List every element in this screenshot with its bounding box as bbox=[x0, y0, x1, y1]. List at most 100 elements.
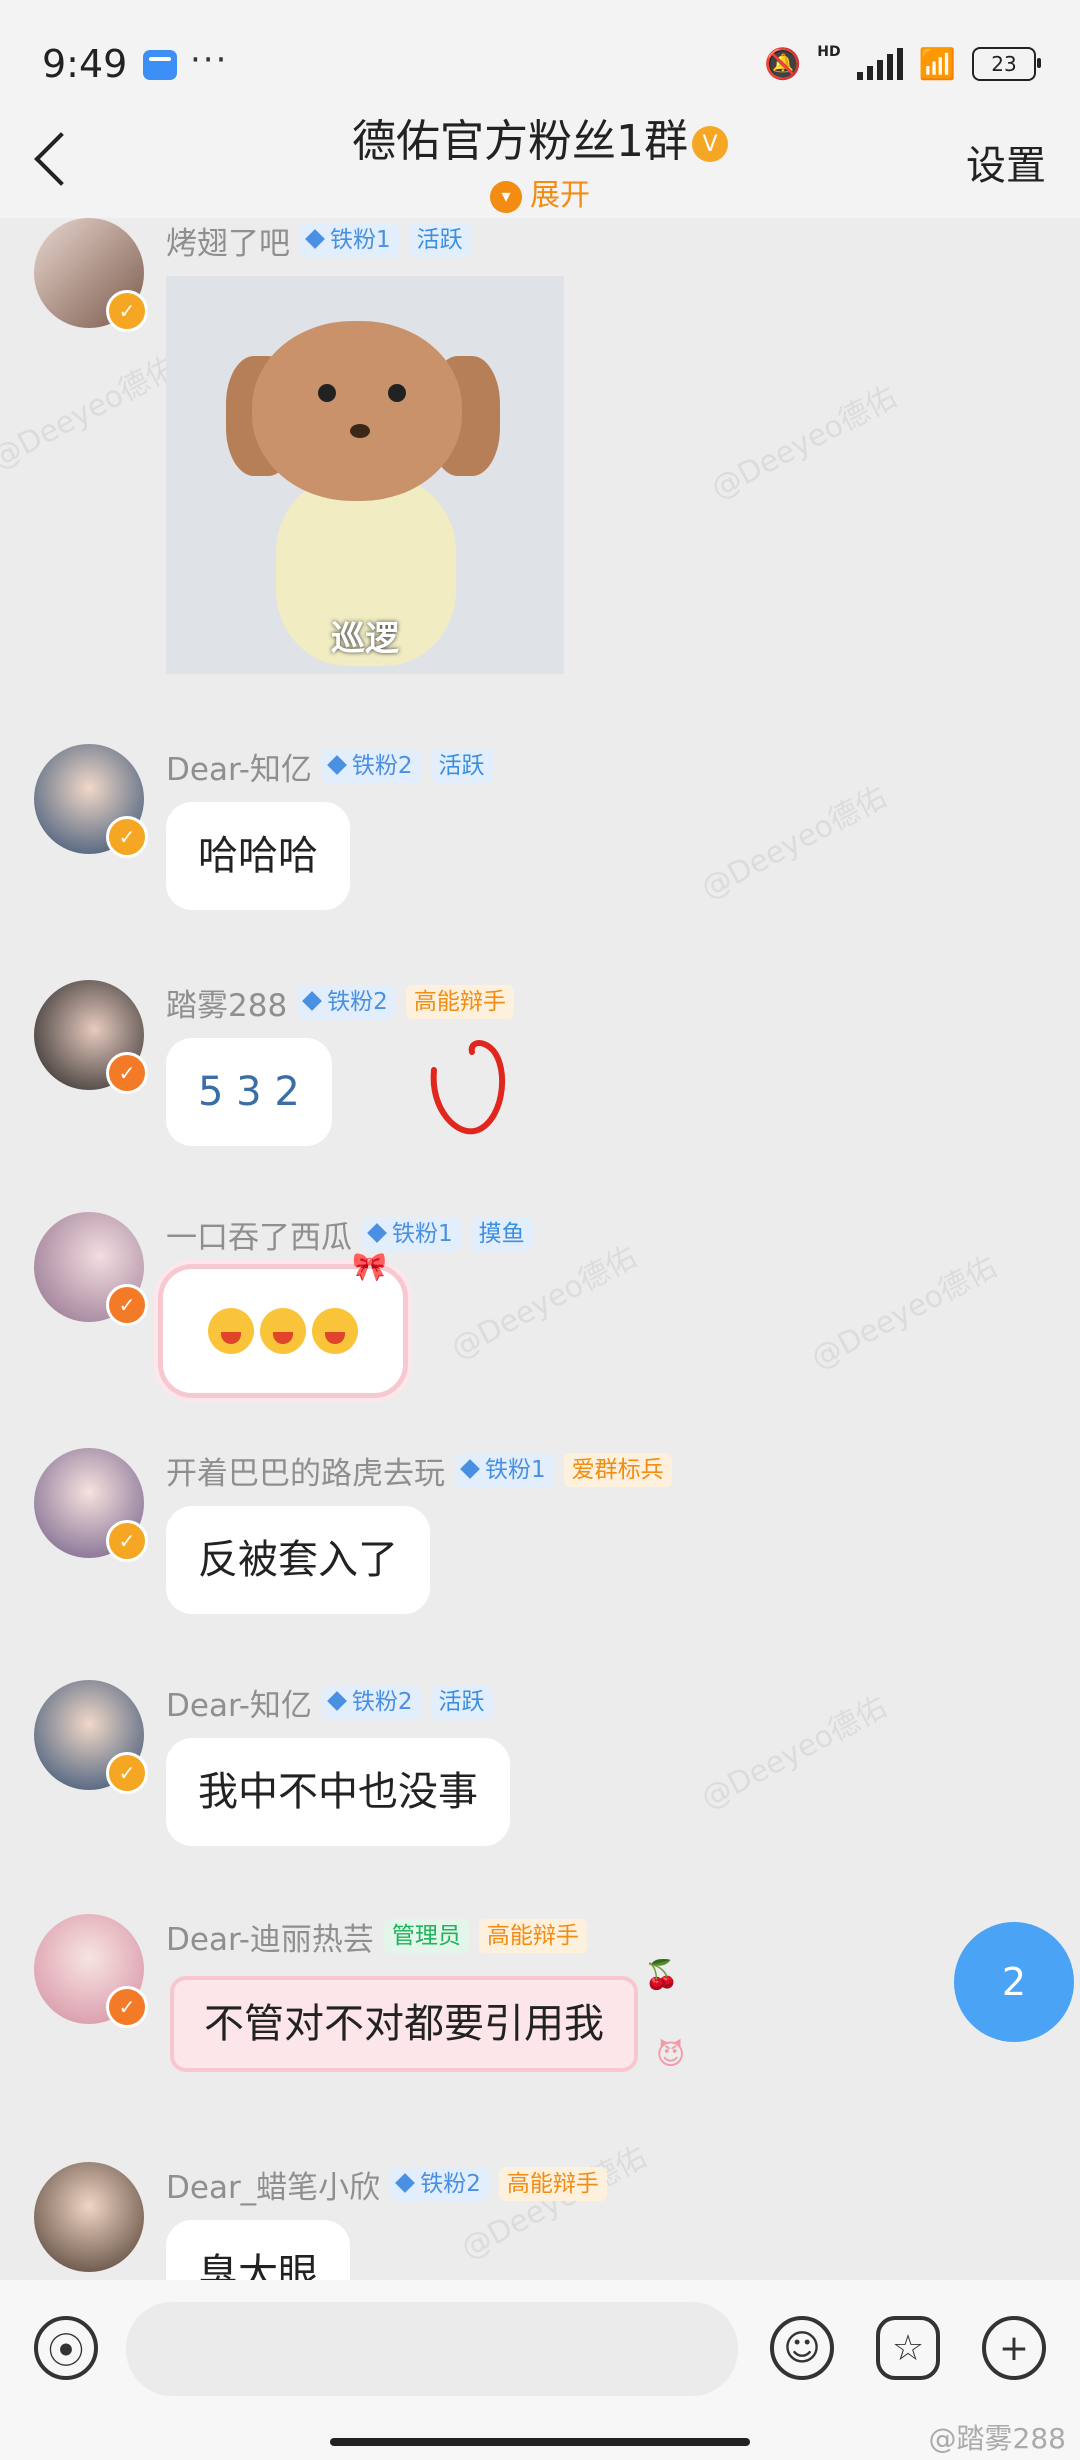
role-badge: 爱群标兵 bbox=[563, 1453, 672, 1487]
puppy-eye bbox=[318, 384, 336, 402]
avatar[interactable]: ✓ bbox=[34, 218, 148, 332]
fan-level-badge: 铁粉2 bbox=[297, 985, 396, 1019]
network-label: HD bbox=[817, 44, 841, 60]
message-meta: 烤翅了吧 铁粉1 活跃 bbox=[166, 218, 471, 262]
message-bubble[interactable]: 反被套入了 bbox=[166, 1506, 430, 1614]
image-caption: 巡逻 bbox=[331, 619, 399, 659]
puppy-nose bbox=[350, 424, 370, 438]
sender-name[interactable]: 踏雾288 bbox=[166, 980, 287, 1025]
status-icons: 🔕 HD 📶 23 bbox=[763, 44, 1041, 84]
role-badge: 活跃 bbox=[408, 223, 471, 257]
page-title: 德佑官方粉丝1群 V bbox=[0, 105, 1080, 169]
cherry-decoration-icon: 🍒 bbox=[644, 1958, 679, 1991]
watermark: @Deeyeo德佑 bbox=[695, 1689, 893, 1817]
verified-icon: V bbox=[692, 126, 728, 162]
unread-count-button[interactable]: 2 bbox=[954, 1922, 1074, 2042]
message-meta: Dear_蜡笔小欣 铁粉2 高能辩手 bbox=[166, 2162, 607, 2206]
sender-name[interactable]: Dear-知亿 bbox=[166, 1680, 312, 1725]
sender-name[interactable]: Dear_蜡笔小欣 bbox=[166, 2162, 380, 2207]
red-annotation-mark bbox=[430, 1040, 506, 1135]
watermark: @Deeyeo德佑 bbox=[805, 1249, 1003, 1377]
chevron-down-icon: ▾ bbox=[490, 180, 522, 213]
message-bubble[interactable]: 我中不中也没事 bbox=[166, 1738, 510, 1846]
puppy-eye bbox=[388, 384, 406, 402]
message-bubble[interactable]: 5 3 2 bbox=[166, 1038, 506, 1146]
kuromi-decoration-icon: 😈 bbox=[656, 2038, 686, 2071]
message-meta: Dear-知亿 铁粉2 活跃 bbox=[166, 744, 493, 788]
plus-icon[interactable]: + bbox=[982, 2316, 1046, 2380]
sender-name[interactable]: 一口吞了西瓜 bbox=[166, 1212, 352, 1257]
avatar[interactable]: ✓ bbox=[34, 744, 148, 858]
message-meta: Dear-迪丽热芸 管理员 高能辩手 bbox=[166, 1914, 587, 1958]
role-badge: 摸鱼 bbox=[470, 1217, 533, 1251]
fan-level-badge: 铁粉2 bbox=[390, 2167, 489, 2201]
fan-level-badge: 铁粉1 bbox=[455, 1453, 554, 1487]
message-bubble[interactable]: 臭大眼 bbox=[166, 2220, 350, 2280]
image-message[interactable]: 巡逻 bbox=[166, 276, 564, 674]
message-input[interactable] bbox=[126, 2302, 738, 2396]
settings-button[interactable]: 设置 bbox=[966, 133, 1046, 191]
voice-icon[interactable]: ⦿ bbox=[34, 2316, 98, 2380]
home-indicator[interactable] bbox=[330, 2438, 750, 2446]
watermark: @Deeyeo德佑 bbox=[705, 379, 903, 507]
avatar[interactable]: ✓ bbox=[34, 1680, 148, 1794]
emoji-icon bbox=[260, 1308, 306, 1354]
message-bubble[interactable]: 不管对不对都要引用我 bbox=[170, 1976, 638, 2072]
verified-icon: ✓ bbox=[106, 1752, 148, 1794]
verified-icon: ✓ bbox=[106, 1052, 148, 1094]
sticker-message[interactable] bbox=[158, 1264, 408, 1398]
sender-name[interactable]: 开着巴巴的路虎去玩 bbox=[166, 1448, 445, 1493]
emoji-icon bbox=[312, 1308, 358, 1354]
signal-icon bbox=[856, 48, 903, 80]
more-notifications-icon: ··· bbox=[190, 40, 229, 80]
mute-bell-icon: 🔕 bbox=[763, 46, 802, 82]
credit-watermark: @踏雾288 bbox=[928, 2422, 1066, 2455]
verified-icon: ✓ bbox=[106, 1284, 148, 1326]
role-badge: 高能辩手 bbox=[405, 985, 514, 1019]
fan-level-badge: 铁粉2 bbox=[321, 1685, 421, 1719]
sender-name[interactable]: Dear-迪丽热芸 bbox=[166, 1914, 374, 1959]
role-badge: 高能辩手 bbox=[498, 2167, 607, 2201]
watermark: @Deeyeo德佑 bbox=[0, 349, 183, 477]
fan-level-badge: 铁粉1 bbox=[300, 223, 399, 257]
wifi-icon: 📶 bbox=[918, 46, 956, 82]
sticker-icon[interactable]: ☆ bbox=[876, 2316, 940, 2380]
emoji-icon bbox=[208, 1308, 254, 1354]
verified-icon: ✓ bbox=[106, 290, 148, 332]
verified-icon: ✓ bbox=[106, 1520, 148, 1562]
message-bubble[interactable]: 哈哈哈 bbox=[166, 802, 350, 910]
status-time: 9:49 bbox=[42, 42, 128, 86]
chat-list[interactable]: @Deeyeo德佑 @Deeyeo德佑 @Deeyeo德佑 @Deeyeo德佑 … bbox=[0, 218, 1080, 2280]
unread-count: 2 bbox=[1001, 1960, 1027, 2004]
admin-badge: 管理员 bbox=[383, 1919, 469, 1953]
avatar[interactable]: ✓ bbox=[34, 1212, 148, 1326]
avatar[interactable]: ✓ bbox=[34, 1448, 148, 1562]
avatar[interactable]: ✓ bbox=[34, 980, 148, 1094]
emoji-button-icon[interactable]: ☺ bbox=[770, 2316, 834, 2380]
message-meta: 开着巴巴的路虎去玩 铁粉1 爱群标兵 bbox=[166, 1448, 672, 1492]
fan-level-badge: 铁粉1 bbox=[362, 1217, 461, 1251]
message-meta: 一口吞了西瓜 铁粉1 摸鱼 bbox=[166, 1212, 533, 1256]
role-badge: 活跃 bbox=[430, 749, 493, 783]
sender-name[interactable]: Dear-知亿 bbox=[166, 744, 312, 789]
puppy-head bbox=[252, 321, 462, 501]
avatar[interactable] bbox=[34, 2162, 144, 2272]
app-notification-icon bbox=[143, 50, 177, 80]
battery-icon: 23 bbox=[972, 47, 1041, 81]
verified-icon: ✓ bbox=[106, 816, 148, 858]
message-text: 5 3 2 bbox=[198, 1069, 300, 1115]
expand-label: 展开 bbox=[530, 178, 590, 213]
verified-icon: ✓ bbox=[106, 1986, 148, 2028]
fan-level-badge: 铁粉2 bbox=[321, 749, 421, 783]
group-title: 德佑官方粉丝1群 bbox=[352, 116, 688, 167]
watermark: @Deeyeo德佑 bbox=[695, 779, 893, 907]
avatar[interactable]: ✓ bbox=[34, 1914, 148, 2028]
input-bar: ⦿ ☺ ☆ + @踏雾288 bbox=[0, 2280, 1080, 2460]
message-meta: 踏雾288 铁粉2 高能辩手 bbox=[166, 980, 514, 1024]
top-bar: 9:49 ··· 🔕 HD 📶 23 德佑官方粉丝1群 V ▾ 展开 设置 bbox=[0, 0, 1080, 218]
role-badge: 活跃 bbox=[430, 1685, 493, 1719]
bow-decoration-icon: 🎀 bbox=[352, 1250, 387, 1283]
sender-name[interactable]: 烤翅了吧 bbox=[166, 218, 290, 263]
expand-button[interactable]: ▾ 展开 bbox=[0, 170, 1080, 214]
message-meta: Dear-知亿 铁粉2 活跃 bbox=[166, 1680, 493, 1724]
